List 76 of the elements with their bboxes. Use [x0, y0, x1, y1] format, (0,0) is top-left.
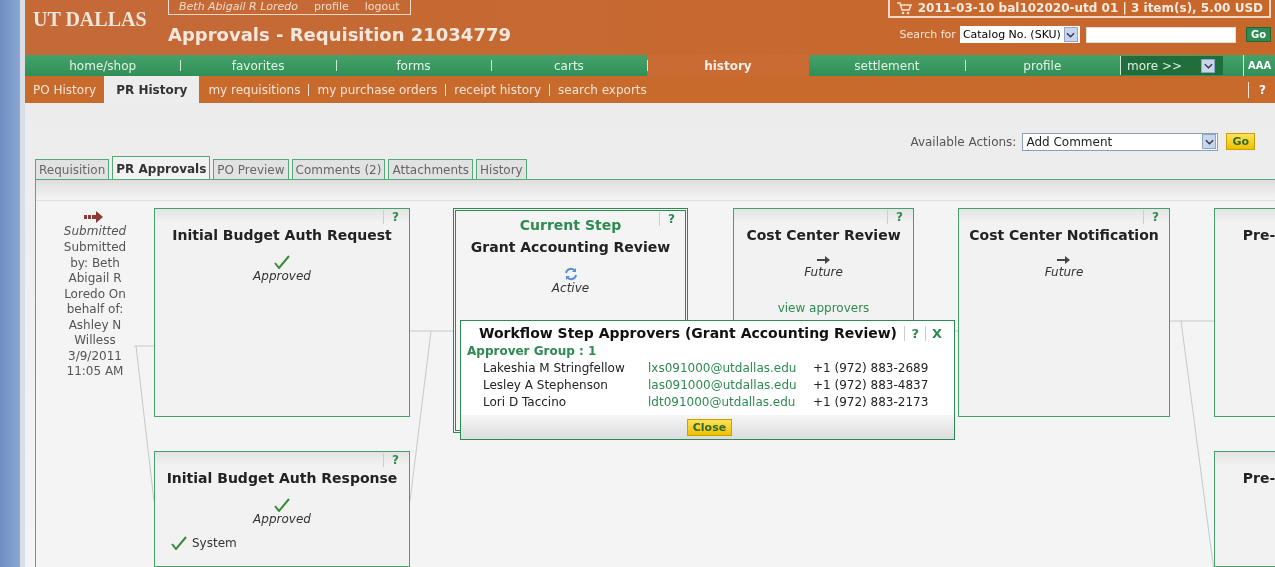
tab[interactable]: PR Approvals	[112, 156, 211, 180]
email-link[interactable]: las091000@utdallas.edu	[648, 378, 813, 392]
submitted-details: Submitted by: Beth Abigail R Loredo On behalf of: Ashley N Willess 3/9/2011 11:05 AM	[62, 240, 128, 380]
close-button[interactable]: X	[924, 325, 948, 341]
status-text: Future	[1044, 265, 1084, 279]
nav-tab[interactable]: favorites	[180, 55, 336, 76]
search-label: Search for	[899, 28, 956, 41]
actions-select[interactable]: Add Comment	[1022, 132, 1219, 151]
search-field[interactable]	[1085, 26, 1236, 43]
search-scope-select[interactable]: Catalog No. (SKU)	[959, 26, 1080, 43]
help-button[interactable]: ?	[383, 453, 399, 467]
status-text: Active	[551, 281, 590, 295]
phone-number: +1 (972) 883-2689	[813, 361, 930, 375]
step-title: Cost Center Review	[746, 227, 901, 243]
help-button[interactable]: ?	[904, 325, 925, 341]
help-button[interactable]: ?	[1143, 210, 1159, 224]
step-title: Grant Accounting Review	[470, 239, 671, 255]
user-link[interactable]: profile	[314, 0, 349, 14]
actions-label: Available Actions:	[910, 134, 1017, 149]
nav-tab[interactable]: profile	[964, 55, 1120, 76]
current-step-label: Current Step	[519, 217, 622, 233]
approver-name: Lesley A Stephenson	[483, 378, 609, 392]
dropdown-icon	[1063, 27, 1078, 42]
go-button[interactable]: Go	[1245, 27, 1271, 42]
check-icon	[171, 536, 187, 550]
nav-tab[interactable]: carts	[491, 55, 647, 76]
step-title: Pre-	[1242, 227, 1275, 243]
tab[interactable]: History	[476, 159, 527, 179]
nav-tab[interactable]: forms	[335, 55, 492, 76]
tab[interactable]: Attachments	[388, 159, 474, 179]
help-button[interactable]: ?	[887, 210, 903, 224]
help-button[interactable]: ?	[659, 212, 675, 226]
cart-summary[interactable]: 2011-03-10 bal102020-utd 01 | 3 item(s), 5.00 USD	[887, 0, 1271, 18]
subnav-link[interactable]: search exports	[549, 76, 655, 103]
nav-tab[interactable]: home/shop	[25, 55, 181, 76]
step-title: Cost Center Notification	[969, 227, 1159, 243]
tab[interactable]: Requisition	[35, 159, 110, 179]
view-approvers-link[interactable]: view approvers	[777, 301, 870, 315]
dropdown-icon	[1202, 134, 1217, 149]
step-title: Pre-	[1242, 470, 1275, 486]
status-text: Approved	[253, 512, 311, 526]
email-link[interactable]: ldt091000@utdallas.edu	[648, 395, 813, 409]
go-button[interactable]: Go	[1226, 133, 1255, 150]
approver-group-label: Approver Group : 1	[466, 343, 598, 360]
tab[interactable]: Comments (2)	[291, 159, 386, 179]
step-title: Initial Budget Auth Response	[166, 470, 398, 486]
help-button[interactable]: ?	[383, 210, 399, 224]
close-button[interactable]: Close	[686, 419, 733, 436]
subnav-link[interactable]: receipt history	[445, 76, 549, 103]
more-select[interactable]: more >>	[1120, 56, 1223, 75]
email-link[interactable]: lxs091000@utdallas.edu	[648, 361, 813, 375]
approver-name: Lakeshia M Stringfellow	[483, 361, 626, 375]
phone-number: +1 (972) 883-2173	[813, 395, 930, 409]
cart-text: 2011-03-10 bal102020-utd 01 | 3 item(s), 5.00 USD	[917, 1, 1263, 15]
user-link[interactable]: logout	[364, 0, 400, 14]
status-text: Submitted	[63, 224, 127, 238]
subnav-link[interactable]: my purchase orders	[308, 76, 446, 103]
dropdown-icon	[1201, 58, 1215, 73]
status-text: Future	[804, 265, 843, 279]
tab[interactable]: PO Preview	[213, 159, 289, 179]
status-text: Approved	[253, 269, 311, 283]
nav-tab[interactable]: history	[646, 55, 810, 76]
subnav-link[interactable]: PO History	[25, 76, 105, 103]
logo: UT DALLAS	[32, 7, 148, 32]
cart-icon	[895, 1, 912, 15]
user-name: Beth Abigail R Loredo	[179, 0, 298, 14]
step-title: Initial Budget Auth Request	[172, 227, 392, 243]
phone-number: +1 (972) 883-4837	[813, 378, 930, 392]
approver-name: System	[192, 536, 237, 550]
help-button[interactable]: ?	[1248, 81, 1275, 98]
subnav-link[interactable]: PR History	[104, 76, 200, 103]
subnav-link[interactable]: my requisitions	[199, 76, 309, 103]
nav-tab[interactable]: settlement	[809, 55, 965, 76]
popup-title: Workflow Step Approvers (Grant Accounting Review)	[479, 325, 899, 341]
approver-name: Lori D Taccino	[483, 395, 568, 409]
page-title: Approvals - Requisition 21034779	[168, 24, 511, 45]
